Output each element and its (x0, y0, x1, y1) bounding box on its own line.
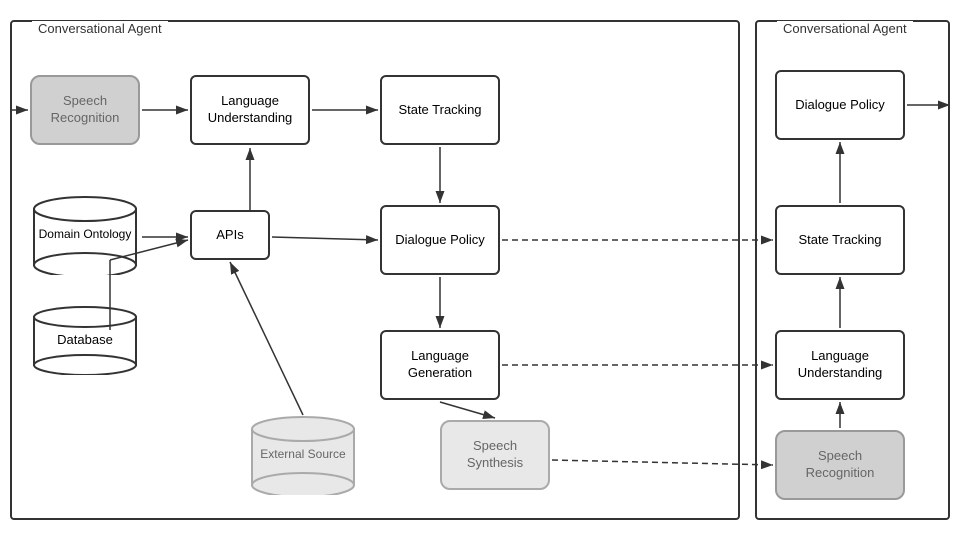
external-source: External Source (248, 415, 358, 495)
apis: APIs (190, 210, 270, 260)
language-understanding: Language Understanding (190, 75, 310, 145)
speech-synthesis: Speech Synthesis (440, 420, 550, 490)
left-box-title: Conversational Agent (32, 21, 168, 36)
diagram: Conversational Agent Conversational Agen… (0, 0, 960, 540)
dialogue-policy-right: Dialogue Policy (775, 70, 905, 140)
state-tracking-right: State Tracking (775, 205, 905, 275)
dialogue-policy-left: Dialogue Policy (380, 205, 500, 275)
state-tracking-left: State Tracking (380, 75, 500, 145)
database: Database (30, 305, 140, 375)
speech-recognition-right: Speech Recognition (775, 430, 905, 500)
speech-recognition-left: Speech Recognition (30, 75, 140, 145)
domain-ontology: Domain Ontology (30, 195, 140, 275)
right-box-title: Conversational Agent (777, 21, 913, 36)
language-generation: Language Generation (380, 330, 500, 400)
language-understanding-right: Language Understanding (775, 330, 905, 400)
